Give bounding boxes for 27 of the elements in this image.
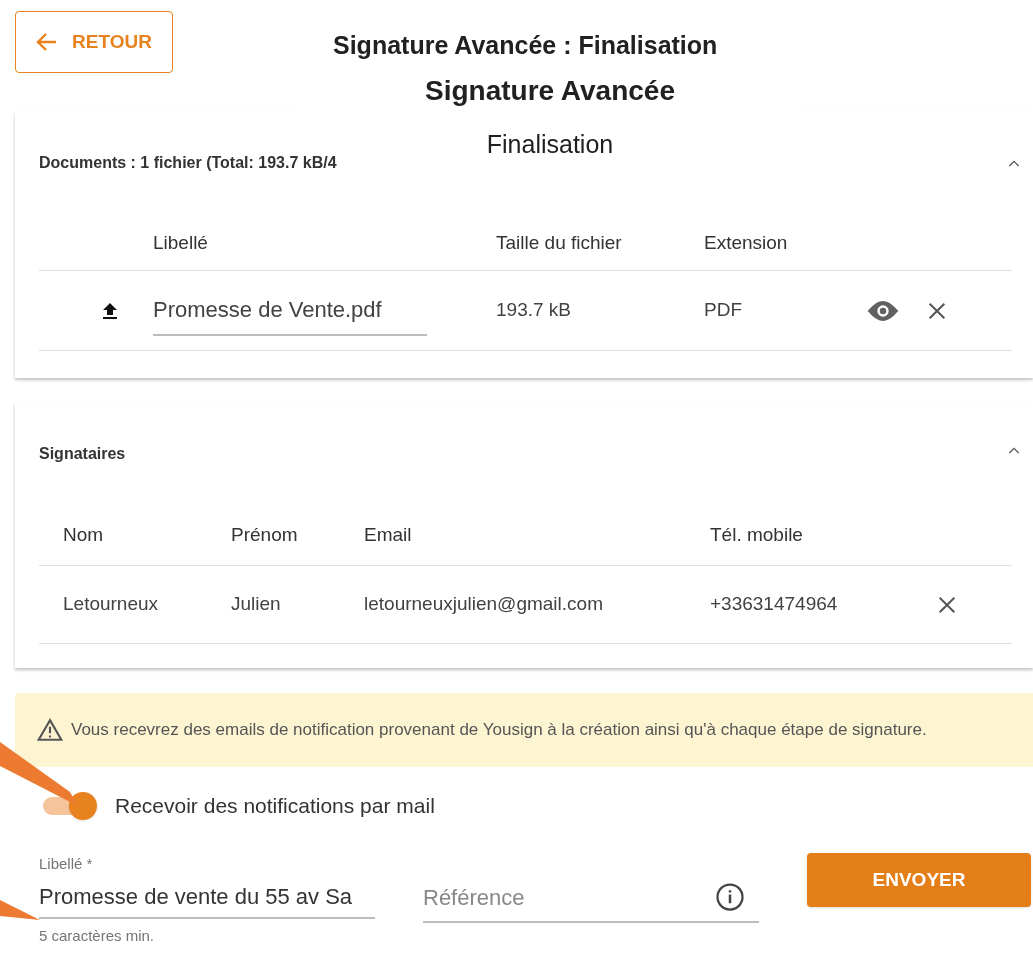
overlay-title: Signature Avancée (425, 74, 675, 108)
column-header: Tél. mobile (710, 522, 803, 547)
section-header: Signataires (39, 444, 126, 464)
libelle-field[interactable]: Libellé * Promesse de vente du 55 av Sa (39, 853, 375, 919)
column-header: Libellé (153, 230, 209, 255)
column-header: Nom (62, 522, 105, 547)
reference-field[interactable]: Référence (423, 880, 683, 914)
warning-icon (37, 718, 63, 742)
table-cell-text: Letourneux (62, 592, 160, 617)
eye-icon[interactable] (866, 298, 900, 323)
toggle-label: Recevoir des notifications par mail (115, 793, 435, 820)
table-cell-text: letourneuxjulien@gmail.com (364, 592, 604, 617)
warning-text: Vous recevrez des emails de notification provenant de Yousign à la création ainsi qu'à chaque étape de signature. (71, 719, 927, 742)
file-name-field[interactable]: Promesse de Vente.pdf (153, 285, 427, 336)
table-cell-text: Julien (231, 592, 282, 617)
info-icon[interactable] (715, 882, 745, 912)
column-header: Prénom (231, 522, 299, 547)
column-header: Taille du fichier (496, 230, 623, 255)
column-header: Extension (704, 230, 788, 255)
table-cell-text: 193.7 kB (496, 298, 572, 323)
annotation-arrow (0, 900, 42, 922)
field-hint: 5 caractères min. (39, 925, 156, 946)
table-cell-text: +33631474964 (710, 592, 839, 617)
section-header: Documents : 1 fichier (Total: 193.7 kB/4 (39, 153, 337, 173)
column-header: Email (364, 522, 413, 547)
table-cell-text: PDF (704, 298, 743, 323)
page-title: Signature Avancée : Finalisation (333, 30, 718, 61)
